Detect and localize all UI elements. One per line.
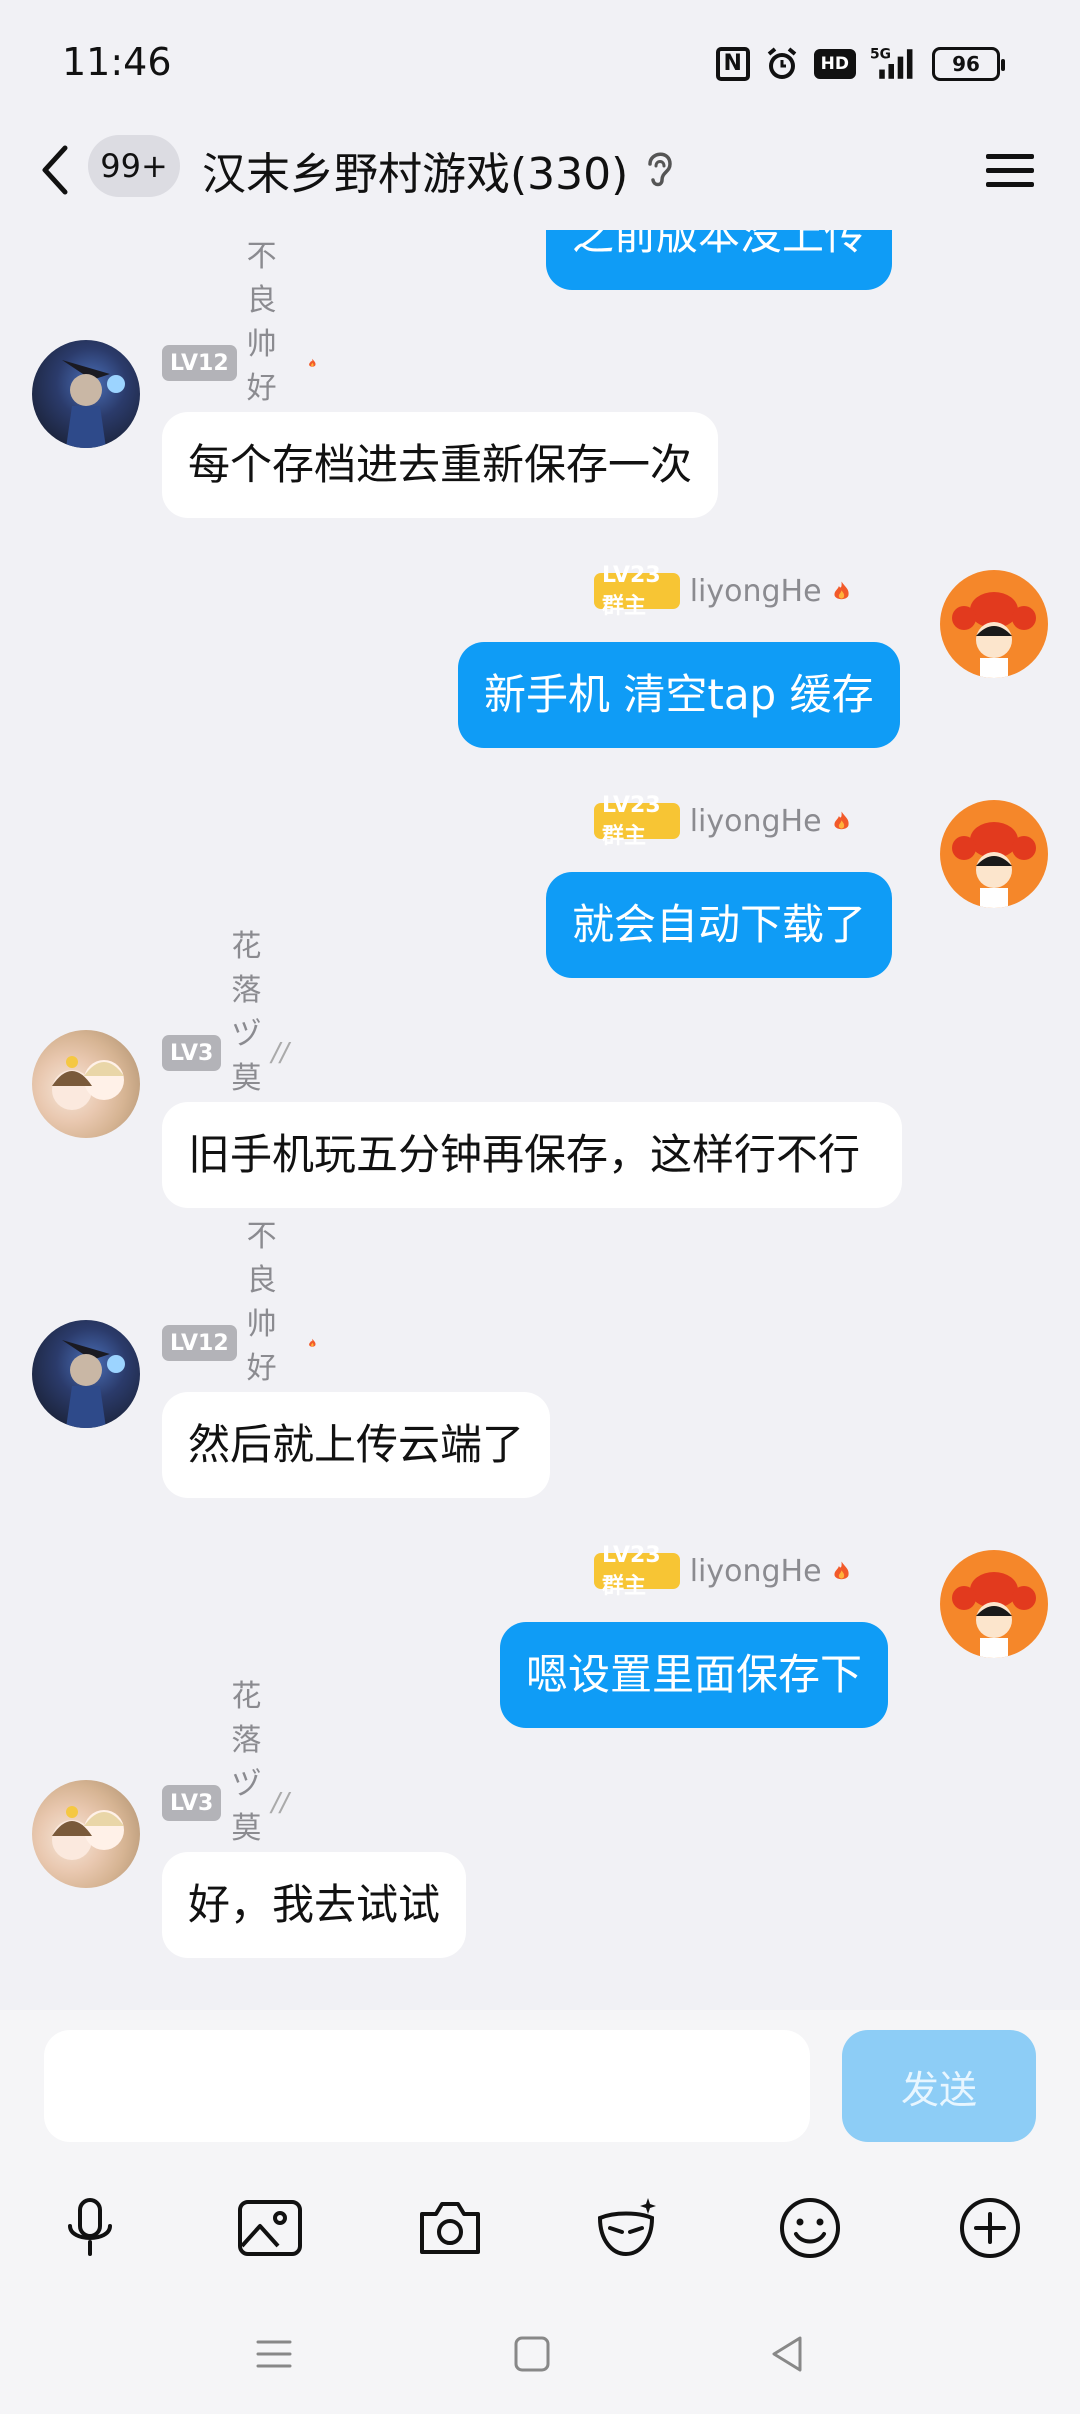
status-mark-icon: // [271,1788,289,1818]
avatar[interactable] [940,570,1048,678]
input-toolbar [0,2170,1080,2270]
status-time: 11:46 [62,40,172,84]
message-bubble[interactable]: 就会自动下载了 [546,872,893,978]
flame-icon [834,1561,849,1580]
unread-count-badge[interactable]: 99+ [88,135,180,197]
flame-icon [834,811,849,830]
message-bubble[interactable]: 旧手机玩五分钟再保存，这样行不行 [162,1102,902,1208]
avatar[interactable] [940,1550,1048,1658]
message-bubble[interactable]: 新手机 清空tap 缓存 [458,642,900,748]
message-meta: LV3 花落ヅ莫相离 // [162,1679,289,1934]
microphone-icon[interactable] [54,2192,126,2264]
message-meta: LV23 群主 liyongHe [594,793,851,849]
status-mark-icon: // [271,1038,289,1068]
avatar[interactable] [32,1030,140,1138]
message-bubble[interactable]: 然后就上传云端了 [162,1392,551,1498]
message-meta: LV3 花落ヅ莫相离 // [162,929,289,1184]
message-input[interactable] [44,2030,810,2142]
status-bar: 11:46 N HD 5G 96 [0,0,1080,130]
system-nav-bar [0,2290,1080,2414]
level-badge: LV23 群主 [594,793,680,849]
magic-mask-icon[interactable] [590,2192,662,2264]
image-icon[interactable] [234,2192,306,2264]
message-list[interactable]: 之前版本没上传 LV12 不良帅好不帅 每个存档进去重新保存一次 LV23 群主… [0,230,1080,2010]
flame-icon [309,1338,316,1347]
level-badge: LV3 [162,1785,222,1821]
emoji-icon[interactable] [774,2192,846,2264]
level-badge: LV3 [162,1035,222,1071]
flame-icon [309,358,316,367]
group-title[interactable]: 汉末乡野村游戏(330) [202,138,628,202]
message-bubble[interactable]: 好，我去试试 [162,1852,467,1958]
hd-icon: HD [813,49,856,79]
level-badge: LV12 [162,1325,237,1361]
status-icons: N HD 5G 96 [715,44,1005,84]
menu-nav-icon[interactable] [250,2330,298,2378]
send-button[interactable]: 发送 [842,2030,1036,2142]
sender-name[interactable]: liyongHe [690,574,822,609]
svg-text:5G: 5G [870,46,891,62]
alarm-icon [764,45,800,83]
sender-name[interactable]: liyongHe [690,804,822,839]
message-bubble[interactable]: 之前版本没上传 [546,230,893,290]
message-meta: LV12 不良帅好不帅 [162,1219,317,1474]
message-bubble[interactable]: 每个存档进去重新保存一次 [162,412,719,518]
back-nav-icon[interactable] [764,2330,812,2378]
chevron-left-icon [42,145,68,195]
ear-icon [648,152,672,187]
avatar[interactable] [32,1780,140,1888]
nfc-icon: N [715,47,750,81]
avatar[interactable] [940,800,1048,908]
avatar[interactable] [32,1320,140,1428]
chat-header: 99+ 汉末乡野村游戏(330) [0,120,1080,230]
signal-icon: 5G [870,45,918,83]
message-meta: LV12 不良帅好不帅 [162,239,317,494]
level-badge: LV23 群主 [594,1543,680,1599]
plus-icon[interactable] [954,2192,1026,2264]
message-meta: LV23 群主 liyongHe [594,1543,851,1599]
avatar[interactable] [32,340,140,448]
message-bubble[interactable]: 嗯设置里面保存下 [500,1622,889,1728]
message-meta: LV23 群主 liyongHe [594,563,851,619]
sender-name[interactable]: liyongHe [690,1554,822,1589]
camera-icon[interactable] [414,2192,486,2264]
level-badge: LV12 [162,345,237,381]
battery-icon: 96 [932,47,1005,81]
home-nav-icon[interactable] [508,2330,556,2378]
back-button[interactable] [30,130,80,210]
flame-icon [834,581,849,600]
level-badge: LV23 群主 [594,563,680,619]
menu-button[interactable] [980,140,1040,200]
